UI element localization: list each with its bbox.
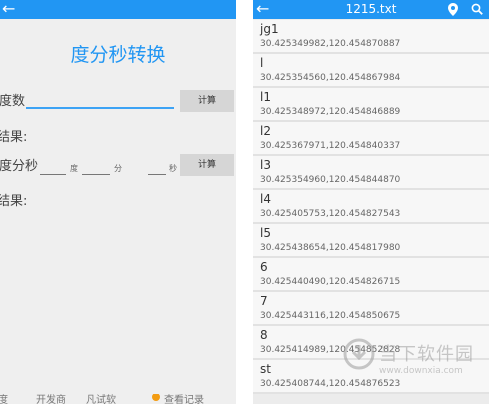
- item-coordinates: 30.425440490,120.454826715: [260, 277, 401, 287]
- dms-label: 度分秒: [0, 159, 39, 174]
- list-item[interactable]: l1 30.425348972,120.454846889: [253, 88, 489, 122]
- right-top-bar: ← 1215.txt: [253, 0, 489, 19]
- list-item[interactable]: 7 30.425443116,120.454850675: [253, 292, 489, 326]
- result-label-2: 结果:: [0, 194, 28, 209]
- item-name: 8: [260, 328, 268, 342]
- item-coordinates: 30.425354560,120.454867984: [260, 73, 401, 83]
- calculate-button-1[interactable]: 计算: [180, 90, 234, 112]
- watermark-text: 当下软件园: [379, 344, 474, 365]
- degrees-input[interactable]: [26, 89, 174, 109]
- list-item[interactable]: 6 30.425440490,120.454826715: [253, 258, 489, 292]
- item-name: 7: [260, 294, 268, 308]
- degrees-label: 度数: [0, 94, 26, 109]
- degree-field[interactable]: [40, 162, 66, 175]
- second-unit-label: 秒: [169, 164, 177, 173]
- page-title: 度分秒转换: [70, 44, 166, 66]
- list-item[interactable]: l5 30.425438654,120.454817980: [253, 224, 489, 258]
- item-coordinates: 30.425367971,120.454840337: [260, 141, 401, 151]
- item-name: l2: [260, 124, 271, 138]
- bottom-item-2[interactable]: 开发商: [36, 394, 66, 404]
- item-coordinates: 30.425354960,120.454844870: [260, 175, 401, 185]
- location-icon: [152, 394, 160, 401]
- list-item[interactable]: l2 30.425367971,120.454840337: [253, 122, 489, 156]
- list-item[interactable]: l3 30.425354960,120.454844870: [253, 156, 489, 190]
- map-pin-icon[interactable]: [448, 3, 458, 16]
- watermark-logo-icon: [343, 338, 375, 370]
- item-name: jg1: [260, 22, 279, 36]
- item-name: l5: [260, 226, 271, 240]
- bottom-item-1[interactable]: 度: [0, 394, 8, 404]
- watermark-url: www.downxia.com: [379, 366, 463, 376]
- item-name: l4: [260, 192, 271, 206]
- item-name: l: [260, 56, 264, 70]
- back-arrow-icon[interactable]: ←: [2, 0, 15, 18]
- list-item[interactable]: jg1 30.425349982,120.454870887: [253, 20, 489, 54]
- item-coordinates: 30.425349982,120.454870887: [260, 39, 401, 49]
- item-name: l1: [260, 90, 271, 104]
- item-coordinates: 30.425405753,120.454827543: [260, 209, 401, 219]
- minute-field[interactable]: [82, 162, 110, 175]
- item-coordinates: 30.425348972,120.454846889: [260, 107, 401, 117]
- degree-unit-label: 度: [70, 164, 78, 173]
- item-name: l3: [260, 158, 271, 172]
- bottom-item-4[interactable]: 查看记录: [164, 394, 204, 404]
- bottom-toolbar: 度 开发商 凡试软 查看记录: [0, 394, 236, 404]
- left-top-bar: ←: [0, 0, 236, 19]
- watermark: 当下软件园 www.downxia.com: [343, 338, 489, 390]
- result-label-1: 结果:: [0, 130, 28, 145]
- converter-screen: ← 度分秒转换 度数 计算 结果: 度分秒 度 分 秒 计算 结果: 度 开发商…: [0, 0, 236, 404]
- calculate-button-2[interactable]: 计算: [180, 154, 234, 176]
- item-coordinates: 30.425443116,120.454850675: [260, 311, 401, 321]
- search-icon[interactable]: [471, 3, 483, 15]
- minute-unit-label: 分: [114, 164, 122, 173]
- panel-divider: [236, 0, 253, 404]
- item-coordinates: 30.425438654,120.454817980: [260, 243, 401, 253]
- item-name: st: [260, 362, 271, 376]
- list-item[interactable]: l 30.425354560,120.454867984: [253, 54, 489, 88]
- list-item[interactable]: l4 30.425405753,120.454827543: [253, 190, 489, 224]
- second-field[interactable]: [148, 162, 166, 175]
- bottom-item-3[interactable]: 凡试软: [86, 394, 116, 404]
- item-name: 6: [260, 260, 268, 274]
